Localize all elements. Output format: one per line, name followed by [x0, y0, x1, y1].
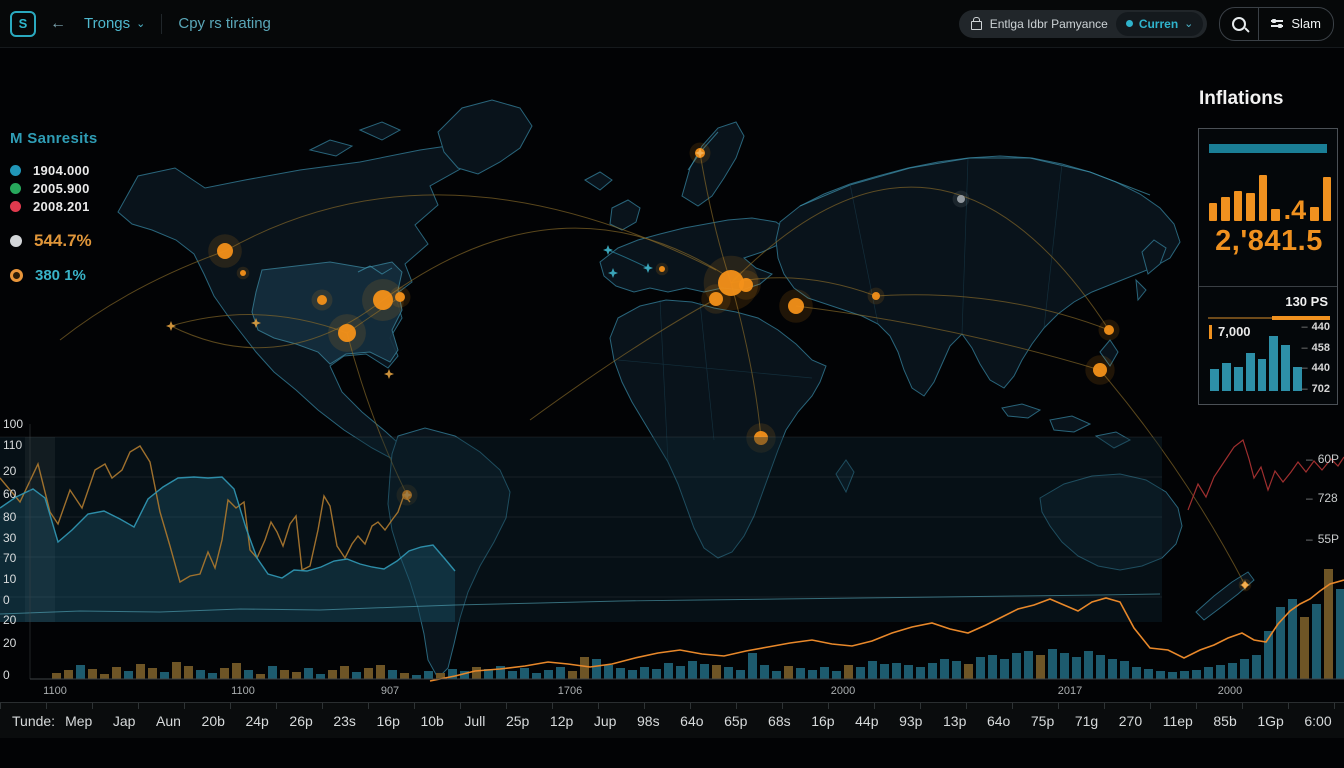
lock-icon: [971, 21, 982, 30]
timeline-label: 64o: [987, 713, 1010, 729]
timeline-label: 16p: [811, 713, 834, 729]
timeline-label: 64o: [680, 713, 703, 729]
timeline-label: Mep: [65, 713, 92, 729]
timeline-label: 24p: [245, 713, 268, 729]
privacy-pill[interactable]: Entlga Idbr Pamyance Curren ⌄: [959, 10, 1208, 38]
legend-dot-icon: [10, 165, 21, 176]
metric-label: 130 PS: [1285, 294, 1328, 309]
timeline-prefix: Tunde:: [12, 713, 55, 729]
search-button[interactable]: [1220, 8, 1258, 40]
timeline-label: Jull: [464, 713, 485, 729]
timeline-label: 11ep: [1163, 713, 1193, 729]
stat-row-2: 380 1%: [10, 267, 98, 284]
tick-value: –458: [1302, 342, 1330, 354]
timeline-label: 26p: [289, 713, 312, 729]
slam-label: Slam: [1291, 16, 1321, 31]
tick-values: –440 –458 –440 –702: [1302, 321, 1330, 395]
current-dropdown[interactable]: Curren ⌄: [1116, 12, 1204, 36]
timeline-label: 20b: [202, 713, 225, 729]
topbar-actions: Entlga Idbr Pamyance Curren ⌄ Slam: [959, 7, 1334, 41]
big-value: 2,'841.5: [1205, 225, 1333, 258]
teal-mini-bars: [1210, 335, 1302, 391]
timeline-label: 16p: [377, 713, 400, 729]
legend-item[interactable]: 2005.900: [10, 179, 98, 197]
timeline-label: 25p: [506, 713, 529, 729]
back-button[interactable]: ←: [50, 15, 66, 33]
page-subtitle: Cpy rs tirating: [178, 15, 271, 32]
teal-header-bar: [1209, 144, 1327, 153]
timeline-label: 93p: [899, 713, 922, 729]
search-icon: [1232, 17, 1246, 31]
timeline-label: 10b: [420, 713, 443, 729]
current-label: Curren: [1139, 17, 1178, 31]
dashboard-root: 1001102060803070100202001100110090717062…: [0, 0, 1344, 768]
timeline-label: Jup: [594, 713, 617, 729]
slam-button[interactable]: Slam: [1259, 8, 1333, 40]
timeline-label: 12p: [550, 713, 573, 729]
legend-items: 1904.000 2005.900 2008.201: [10, 161, 98, 215]
timeline-label: 23s: [333, 713, 356, 729]
timeline-label: 75p: [1031, 713, 1054, 729]
legend-item-label: 1904.000: [33, 163, 90, 178]
legend-dot-icon: [10, 201, 21, 212]
gray-dot-icon: [10, 235, 22, 247]
timeline-label: 6:00: [1304, 713, 1331, 729]
panel-title: Inflations: [1199, 88, 1283, 110]
chevron-down-icon: ⌄: [1184, 17, 1193, 30]
stat-percent-2: 380 1%: [35, 267, 86, 284]
timeline-label: 71g: [1075, 713, 1098, 729]
topbar: S ← Trongs ⌄ Cpy rs tirating Entlga Idbr…: [0, 0, 1344, 48]
inflations-card: .4 2,'841.5 130 PS 7,000 –440–458–440–70…: [1198, 128, 1338, 405]
legend-dot-icon: [10, 183, 21, 194]
timeline-label: Jap: [113, 713, 136, 729]
timeline-label: Aun: [156, 713, 181, 729]
legend-item-label: 2008.201: [33, 199, 90, 214]
stat-row-1: 544.7%: [10, 231, 98, 251]
project-name: Trongs: [84, 15, 130, 32]
project-menu[interactable]: Trongs ⌄: [84, 15, 145, 32]
timeline-label: 1Gp: [1257, 713, 1283, 729]
timeline-label: 68s: [768, 713, 791, 729]
timeline-bar: Tunde: Mep Jap Aun 20b 24p 26p 23s 16p 10b Jull 25…: [0, 702, 1344, 738]
timeline-label: 85b: [1213, 713, 1236, 729]
progress-line: [1208, 316, 1330, 320]
timeline-label: 270: [1119, 713, 1142, 729]
timeline-label: 65p: [724, 713, 747, 729]
card-divider: [1199, 286, 1337, 287]
privacy-label: Entlga Idbr Pamyance: [990, 17, 1108, 31]
tool-group: Slam: [1219, 7, 1334, 41]
app-logo-icon[interactable]: S: [10, 11, 36, 37]
timeline-label: 44p: [855, 713, 878, 729]
orange-ring-icon: [10, 269, 23, 282]
stat-percent-1: 544.7%: [34, 231, 92, 251]
timeline-label: 98s: [637, 713, 660, 729]
timeline-labels: Mep Jap Aun 20b 24p 26p 23s 16p 10b Jull 25p 12p Jup…: [65, 713, 1332, 729]
legend-title: M Sanresits: [10, 130, 98, 147]
topbar-divider: [161, 14, 162, 34]
chevron-down-icon: ⌄: [136, 17, 145, 30]
filter-sliders-icon: [1271, 20, 1283, 27]
legend-item-label: 2005.900: [33, 181, 90, 196]
legend-item[interactable]: 1904.000: [10, 161, 98, 179]
map-legend: M Sanresits 1904.000 2005.900 2008.201 544…: [10, 130, 98, 284]
tick-value: –702: [1302, 383, 1330, 395]
status-dot-icon: [1126, 20, 1133, 27]
timeseries-chart: [0, 0, 1344, 768]
timeline-label: 13p: [943, 713, 966, 729]
tick-value: –440: [1302, 362, 1330, 374]
tick-value: –440: [1302, 321, 1330, 333]
legend-item[interactable]: 2008.201: [10, 197, 98, 215]
orange-mini-bars: .4: [1209, 173, 1331, 221]
